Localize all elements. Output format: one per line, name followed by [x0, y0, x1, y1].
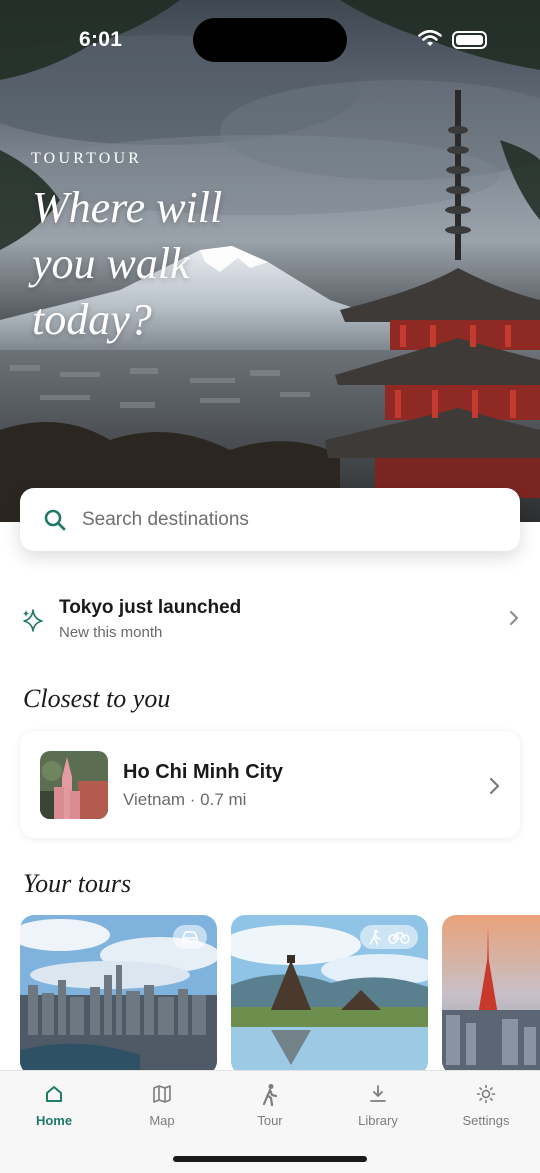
- tab-settings[interactable]: Settings: [432, 1083, 540, 1133]
- tours-carousel[interactable]: [0, 915, 540, 1075]
- tab-map[interactable]: Map: [108, 1083, 216, 1133]
- car-icon: [182, 931, 198, 943]
- home-icon: [46, 1086, 62, 1102]
- tab-tour[interactable]: Tour: [216, 1083, 324, 1133]
- brand-wordmark: TOURTOUR: [31, 150, 143, 167]
- tab-label: Tour: [257, 1113, 283, 1128]
- sun-icon: [476, 1084, 496, 1104]
- search-icon: [44, 509, 66, 531]
- tab-label: Home: [35, 1113, 73, 1128]
- launch-title: Tokyo just launched: [59, 597, 242, 618]
- status-bar: 6:01: [0, 0, 540, 80]
- launch-banner[interactable]: Tokyo just launched New this month: [0, 588, 540, 650]
- battery-icon: [452, 31, 487, 49]
- map-icon: [153, 1085, 171, 1103]
- sparkle-icon: [23, 609, 43, 632]
- closest-city-card[interactable]: Ho Chi Minh City Vietnam · 0.7 mi: [20, 731, 520, 838]
- chevron-right-icon: [510, 611, 518, 625]
- tours-heading: Your tours: [23, 869, 132, 898]
- tab-label: Map: [149, 1113, 175, 1128]
- status-time: 6:01: [79, 28, 123, 51]
- tour-card[interactable]: [20, 915, 217, 1075]
- tour-card[interactable]: [231, 915, 428, 1075]
- bike-icon: [388, 932, 410, 944]
- tour-mode-badge: [173, 925, 207, 949]
- tour-mode-badge: [360, 925, 418, 949]
- tab-label: Settings: [462, 1113, 510, 1128]
- search-input[interactable]: [82, 500, 502, 540]
- tab-label: Library: [358, 1113, 398, 1128]
- chevron-right-icon: [489, 777, 500, 795]
- home-indicator: [173, 1156, 367, 1162]
- city-thumbnail: [40, 751, 108, 819]
- tab-library[interactable]: Library: [324, 1083, 432, 1133]
- tab-home[interactable]: Home: [0, 1083, 108, 1133]
- closest-heading: Closest to you: [23, 684, 171, 713]
- walk-icon: [262, 1084, 278, 1107]
- search-bar[interactable]: [20, 488, 520, 551]
- dynamic-island: [193, 18, 347, 62]
- download-icon: [370, 1085, 386, 1102]
- hero-headline: Where will you walk today?: [32, 183, 223, 344]
- closest-city-meta: Vietnam · 0.7 mi: [123, 790, 247, 809]
- launch-subtitle: New this month: [59, 624, 163, 641]
- walk-icon: [369, 929, 381, 945]
- closest-city-name: Ho Chi Minh City: [123, 761, 283, 783]
- tour-card[interactable]: [442, 915, 540, 1075]
- wifi-icon: [418, 30, 442, 46]
- tour-card-image: [442, 915, 540, 1075]
- hero-banner: 6:01 TOURTOUR Where will you walk today?: [0, 0, 540, 522]
